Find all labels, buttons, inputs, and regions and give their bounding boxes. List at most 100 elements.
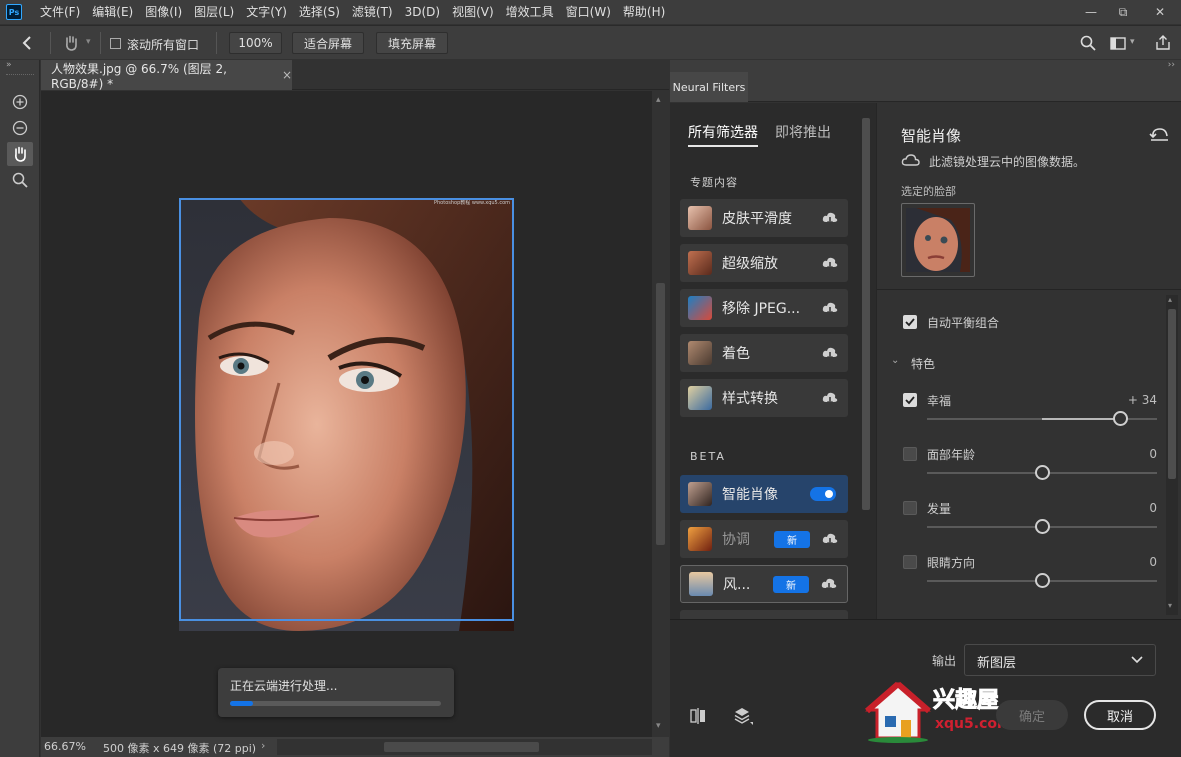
zoom-readout[interactable]: 66.67% <box>44 740 86 753</box>
toolbar-grip[interactable] <box>6 74 34 77</box>
zoom-out-tool[interactable] <box>7 116 33 140</box>
watermark-logo: 兴趣屋 xqu5.com <box>865 680 1015 744</box>
selected-face-thumbnail[interactable] <box>901 203 975 277</box>
filter-item-partial[interactable] <box>680 610 848 619</box>
filter-thumbnail <box>688 341 712 365</box>
face-age-checkbox[interactable] <box>903 447 917 461</box>
scroll-up-arrow[interactable]: ▴ <box>656 95 661 105</box>
layers-icon[interactable] <box>734 706 754 726</box>
collapse-panel-icon[interactable]: ›› <box>1168 60 1175 70</box>
back-arrow-icon[interactable] <box>20 35 34 51</box>
output-dropdown[interactable]: 新图层 <box>964 644 1156 676</box>
filter-skin-smoothing[interactable]: 皮肤平滑度 <box>680 199 848 237</box>
share-icon[interactable] <box>1155 35 1171 51</box>
cloud-download-icon[interactable] <box>822 301 838 315</box>
progress-text: 正在云端进行处理... <box>230 679 338 693</box>
menu-plugins[interactable]: 增效工具 <box>500 0 560 24</box>
cloud-download-icon[interactable] <box>822 532 838 546</box>
menu-view[interactable]: 视图(V) <box>446 0 500 24</box>
search-icon[interactable] <box>1080 35 1096 51</box>
cloud-download-icon[interactable] <box>822 211 838 225</box>
filter-landscape[interactable]: 风... 新 <box>680 565 848 603</box>
selected-face-label: 选定的脸部 <box>901 185 956 198</box>
scroll-all-checkbox[interactable] <box>110 38 121 49</box>
menu-select[interactable]: 选择(S) <box>293 0 346 24</box>
chevron-down-icon[interactable]: ⌄ <box>891 355 899 366</box>
ok-button[interactable]: 确定 <box>996 700 1068 730</box>
menu-image[interactable]: 图像(I) <box>139 0 188 24</box>
eye-direction-checkbox[interactable] <box>903 555 917 569</box>
workspace-icon[interactable] <box>1110 37 1126 50</box>
zoom-tool[interactable] <box>7 168 33 192</box>
hand-tool-icon[interactable] <box>62 34 80 52</box>
tab-upcoming[interactable]: 即将推出 <box>775 122 831 142</box>
menu-3d[interactable]: 3D(D) <box>399 0 446 24</box>
cloud-download-icon[interactable] <box>822 256 838 270</box>
menu-type[interactable]: 文字(Y) <box>240 0 293 24</box>
filter-list-scrollbar[interactable] <box>858 103 876 619</box>
cloud-download-icon[interactable] <box>822 346 838 360</box>
happiness-checkbox[interactable] <box>903 393 917 407</box>
filter-thumbnail <box>688 206 712 230</box>
cancel-button[interactable]: 取消 <box>1084 700 1156 730</box>
zoom-100-button[interactable]: 100% <box>229 32 282 54</box>
scroll-down-arrow[interactable]: ▾ <box>1168 601 1172 610</box>
chevron-down-icon[interactable]: ▾ <box>1130 37 1135 47</box>
expand-toolbar-icon[interactable]: » <box>6 60 12 70</box>
hand-tool[interactable] <box>7 142 33 166</box>
auto-balance-checkbox[interactable] <box>903 315 917 329</box>
tab-all-filters[interactable]: 所有筛选器 <box>688 122 758 142</box>
status-menu-arrow[interactable]: › <box>261 739 265 752</box>
menu-file[interactable]: 文件(F) <box>34 0 86 24</box>
settings-title: 智能肖像 <box>901 127 962 145</box>
chevron-down-icon[interactable]: ▾ <box>86 37 91 47</box>
fit-screen-button[interactable]: 适合屏幕 <box>292 32 364 54</box>
close-tab-icon[interactable]: × <box>282 68 292 82</box>
canvas-area[interactable]: Photoshop教程 www.xqu5.com 正在云端进行处理... <box>41 91 652 737</box>
minimize-button[interactable]: — <box>1075 0 1107 24</box>
filter-remove-jpeg[interactable]: 移除 JPEG... <box>680 289 848 327</box>
document-tab[interactable]: 人物效果.jpg @ 66.7% (图层 2, RGB/8#) * × <box>41 60 292 91</box>
slider-knob[interactable] <box>1034 519 1050 534</box>
slider-knob[interactable] <box>1112 411 1128 426</box>
canvas-vertical-scrollbar[interactable]: ▴ ▾ <box>652 91 669 737</box>
close-window-button[interactable]: ✕ <box>1139 0 1181 24</box>
scroll-down-arrow[interactable]: ▾ <box>656 721 661 731</box>
slider-label: 面部年龄 <box>927 448 976 462</box>
slider-knob[interactable] <box>1034 573 1050 588</box>
options-bar: ▾ 滚动所有窗口 100% 适合屏幕 填充屏幕 ▾ <box>0 25 1181 59</box>
cloud-download-icon[interactable] <box>821 577 837 591</box>
filter-smart-portrait[interactable]: 智能肖像 <box>680 475 848 513</box>
scroll-up-arrow[interactable]: ▴ <box>1168 295 1172 304</box>
filter-harmonization[interactable]: 协调 新 <box>680 520 848 558</box>
slider-fill <box>1042 418 1121 420</box>
selection-border <box>179 198 514 621</box>
zoom-in-tool[interactable] <box>7 90 33 114</box>
scroll-thumb[interactable] <box>1168 309 1176 479</box>
menu-filter[interactable]: 滤镜(T) <box>346 0 399 24</box>
reset-icon[interactable] <box>1149 125 1169 141</box>
menu-help[interactable]: 帮助(H) <box>617 0 671 24</box>
horizontal-scrollbar[interactable] <box>277 739 652 755</box>
filter-label: 协调 <box>722 532 750 548</box>
fill-screen-button[interactable]: 填充屏幕 <box>376 32 448 54</box>
menu-window[interactable]: 窗口(W) <box>560 0 617 24</box>
h-scroll-thumb[interactable] <box>384 742 539 752</box>
hair-checkbox[interactable] <box>903 501 917 515</box>
filter-style-transfer[interactable]: 样式转换 <box>680 379 848 417</box>
scroll-thumb[interactable] <box>656 283 665 545</box>
scroll-thumb[interactable] <box>862 118 870 510</box>
menu-layer[interactable]: 图层(L) <box>188 0 240 24</box>
menu-edit[interactable]: 编辑(E) <box>86 0 139 24</box>
neural-filters-tab[interactable]: Neural Filters <box>670 72 748 102</box>
section-features[interactable]: 特色 <box>911 355 935 372</box>
filter-label: 超级缩放 <box>722 256 778 272</box>
slider-knob[interactable] <box>1034 465 1050 480</box>
filter-colorize[interactable]: 着色 <box>680 334 848 372</box>
settings-scrollbar[interactable]: ▴ ▾ <box>1166 295 1178 615</box>
compare-icon[interactable] <box>690 708 706 724</box>
filter-toggle[interactable] <box>810 487 836 501</box>
restore-button[interactable]: ⧉ <box>1107 0 1139 24</box>
cloud-download-icon[interactable] <box>822 391 838 405</box>
filter-super-zoom[interactable]: 超级缩放 <box>680 244 848 282</box>
